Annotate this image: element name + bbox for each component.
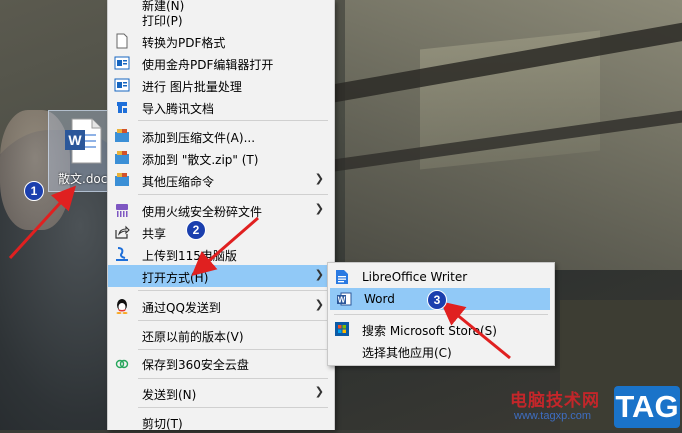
menu-item-send-qq[interactable]: 通过QQ发送到 ❯ (108, 295, 334, 317)
watermark-text: 电脑技术网 (510, 391, 600, 411)
menu-item-label: 还原以前的版本(V) (142, 330, 244, 344)
submenu-item-label: 搜索 Microsoft Store(S) (362, 324, 497, 338)
step-badge-1: 1 (24, 181, 44, 201)
menu-item-label: 添加到 "散文.zip" (T) (142, 153, 259, 167)
menu-separator (138, 320, 328, 321)
watermark-tag-logo: TAG (614, 386, 680, 428)
submenu-item-label: Word (364, 292, 395, 306)
menu-item-label: 导入腾讯文档 (142, 102, 215, 116)
menu-item-label: 进行 图片批量处理 (142, 80, 242, 94)
word-icon: W (337, 292, 352, 306)
context-menu: 新建(N) 打印(P) 转换为PDF格式 使用金舟PDF编辑器打开 进行 图片批… (107, 0, 335, 431)
menu-item-share[interactable]: 共享 (108, 221, 334, 243)
menu-separator (138, 378, 328, 379)
menu-item-label: 发送到(N) (142, 388, 197, 402)
share-icon (115, 225, 130, 239)
chevron-right-icon: ❯ (314, 298, 324, 311)
menu-item-send-to[interactable]: 发送到(N) ❯ (108, 382, 334, 404)
upload-cloud-icon (116, 247, 128, 261)
menu-item-print[interactable]: 打印(P) (108, 8, 334, 30)
menu-item-open-with[interactable]: 打开方式(H) ❯ (108, 265, 334, 287)
chevron-right-icon: ❯ (314, 268, 324, 281)
menu-item-label: 保存到360安全云盘 (142, 358, 249, 372)
menu-item-image-batch[interactable]: 进行 图片批量处理 (108, 74, 334, 96)
chevron-right-icon: ❯ (314, 385, 324, 398)
menu-item-convert-pdf[interactable]: 转换为PDF格式 (108, 30, 334, 52)
menu-item-label: 打印(P) (142, 14, 183, 28)
shredder-icon (116, 204, 128, 217)
menu-item-label: 添加到压缩文件(A)... (142, 131, 256, 145)
svg-text:W: W (338, 296, 346, 305)
menu-separator (138, 120, 328, 121)
submenu-item-label: LibreOffice Writer (362, 270, 468, 284)
menu-item-tencent-docs[interactable]: 导入腾讯文档 (108, 96, 334, 118)
menu-item-restore-versions[interactable]: 还原以前的版本(V) (108, 324, 334, 346)
pdf-document-icon (116, 33, 128, 49)
qq-penguin-icon (116, 299, 128, 314)
menu-item-label: 其他压缩命令 (142, 175, 215, 189)
chevron-right-icon: ❯ (314, 202, 324, 215)
menu-item-label: 剪切(T) (142, 417, 183, 431)
submenu-item-choose-other[interactable]: 选择其他应用(C) (328, 340, 554, 362)
word-document-icon[interactable]: W (64, 118, 102, 164)
menu-item-label: 打开方式(H) (142, 271, 209, 285)
menu-item-add-archive[interactable]: 添加到压缩文件(A)... (108, 125, 334, 147)
step-badge-2: 2 (186, 220, 206, 240)
menu-item-label: 转换为PDF格式 (142, 36, 226, 50)
watermark-url: www.tagxp.com (514, 410, 592, 422)
menu-item-label: 共享 (142, 227, 167, 241)
open-with-submenu: LibreOffice Writer W Word 搜索 Microsoft S… (327, 262, 555, 366)
menu-separator (138, 290, 328, 291)
microsoft-store-icon (335, 322, 349, 336)
menu-item-open-pdf-editor[interactable]: 使用金舟PDF编辑器打开 (108, 52, 334, 74)
menu-item-add-zip[interactable]: 添加到 "散文.zip" (T) (108, 147, 334, 169)
pdf-editor-icon (114, 56, 130, 70)
chevron-right-icon: ❯ (314, 172, 324, 185)
menu-item-shred[interactable]: 使用火绒安全粉碎文件 ❯ (108, 199, 334, 221)
submenu-item-libreoffice[interactable]: LibreOffice Writer (328, 266, 554, 288)
archive-icon (115, 129, 129, 142)
submenu-item-label: 选择其他应用(C) (362, 346, 452, 360)
menu-item-other-compress[interactable]: 其他压缩命令 ❯ (108, 169, 334, 191)
step-badge-3: 3 (427, 290, 447, 310)
360-cloud-icon (115, 359, 129, 369)
watermark: 电脑技术网 www.tagxp.com TAG (510, 386, 682, 430)
libreoffice-writer-icon (336, 270, 348, 284)
image-batch-icon (114, 78, 130, 92)
menu-item-label: 使用金舟PDF编辑器打开 (142, 58, 274, 72)
submenu-item-microsoft-store[interactable]: 搜索 Microsoft Store(S) (328, 318, 554, 340)
archive-icon (115, 151, 129, 164)
menu-item-upload-115[interactable]: 上传到115电脑版 (108, 243, 334, 265)
menu-item-label: 上传到115电脑版 (142, 249, 237, 263)
menu-item-label: 通过QQ发送到 (142, 301, 221, 315)
archive-icon (115, 173, 129, 186)
svg-text:W: W (68, 132, 82, 148)
menu-separator (334, 314, 548, 315)
menu-item-label: 使用火绒安全粉碎文件 (142, 205, 263, 219)
menu-item-360-cloud[interactable]: 保存到360安全云盘 (108, 352, 334, 374)
menu-separator (138, 407, 328, 408)
tencent-docs-icon (117, 102, 127, 113)
menu-separator (138, 349, 328, 350)
menu-separator (138, 194, 328, 195)
